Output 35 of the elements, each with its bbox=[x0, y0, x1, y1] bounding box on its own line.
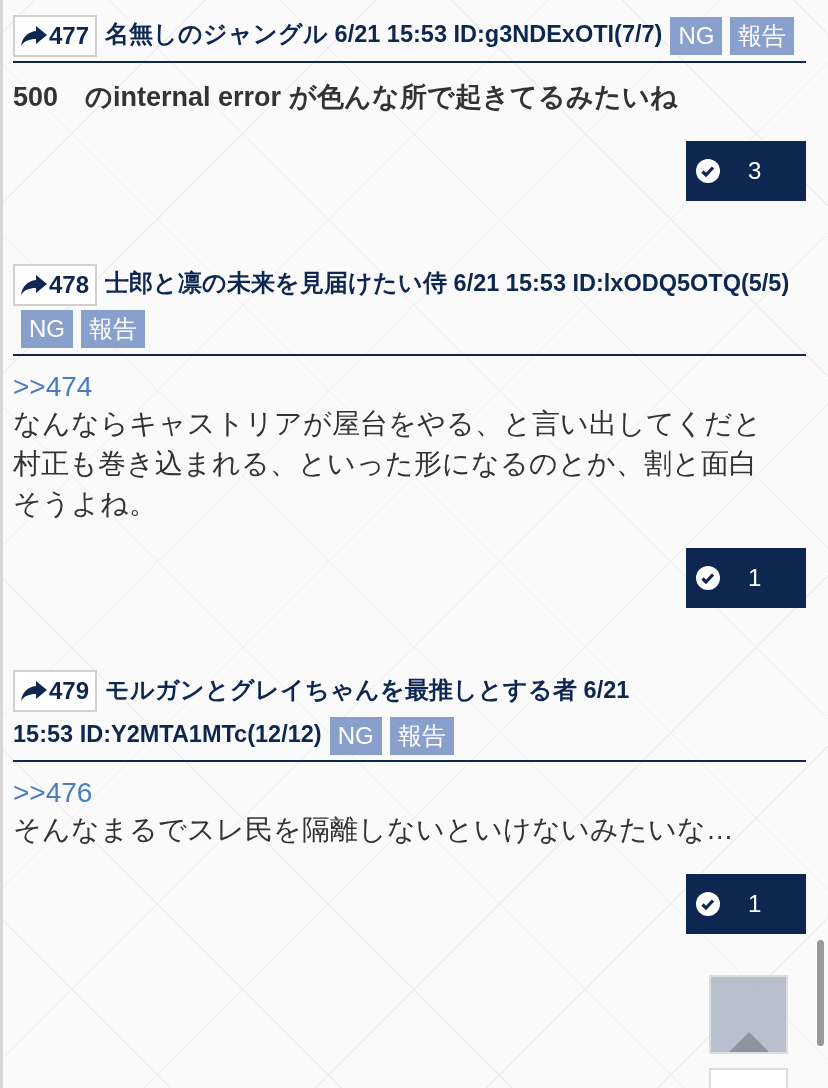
scrollbar[interactable] bbox=[817, 940, 824, 1046]
post-number-button[interactable]: 478 bbox=[13, 263, 98, 306]
scroll-top-button[interactable] bbox=[709, 975, 788, 1054]
post-number: 479 bbox=[49, 676, 90, 707]
post-number-button[interactable]: 477 bbox=[13, 14, 98, 57]
like-button[interactable]: 1 bbox=[686, 547, 806, 608]
poster-name-date: 名無しのジャングル 6/21 bbox=[105, 21, 381, 47]
report-button[interactable]: 報告 bbox=[389, 717, 454, 756]
poster-name-date: モルガンとグレイちゃんを最推しとする者 6/21 bbox=[105, 676, 630, 703]
like-button[interactable]: 1 bbox=[686, 874, 806, 935]
check-circle-icon bbox=[696, 158, 720, 183]
check-circle-icon bbox=[696, 565, 720, 590]
post-body: なんならキャストリアが屋台をやる、と言い出してくだと村正も巻き込まれる、といった形になるのとか、割と面白そうよね。 bbox=[13, 406, 763, 521]
post-body: そんなまるでスレ民を隔離しないといけないみたいな… bbox=[13, 813, 735, 848]
post-body: 500 のinternal error が色んな所で起きてるみたいね bbox=[13, 80, 679, 114]
reply-link[interactable]: >>474 bbox=[13, 369, 806, 404]
post-time-id: 15:53 ID:Y2MTA1MTc(12/12) bbox=[13, 721, 322, 748]
ng-button[interactable]: NG bbox=[21, 310, 73, 349]
share-arrow-icon bbox=[21, 25, 47, 46]
ng-button[interactable]: NG bbox=[670, 16, 723, 55]
post-time-id: 15:53 ID:lxODQ5OTQ(5/5) bbox=[505, 269, 790, 296]
report-button[interactable]: 報告 bbox=[81, 310, 145, 349]
triangle-up-icon bbox=[728, 1030, 769, 1052]
like-button[interactable]: 3 bbox=[686, 140, 806, 201]
check-circle-icon bbox=[696, 892, 720, 917]
post-number: 477 bbox=[49, 20, 90, 51]
post-number: 478 bbox=[49, 269, 90, 300]
poster-name-date: 士郎と凛の未来を見届けたい侍 6/21 bbox=[105, 269, 500, 296]
report-button[interactable]: 報告 bbox=[730, 16, 795, 55]
ng-button[interactable]: NG bbox=[329, 717, 382, 756]
post-time-id: 15:53 ID:g3NDExOTI(7/7) bbox=[386, 21, 663, 47]
share-arrow-icon bbox=[21, 681, 47, 702]
share-arrow-icon bbox=[21, 274, 47, 295]
reply-link[interactable]: >>476 bbox=[13, 776, 806, 811]
post-number-button[interactable]: 479 bbox=[13, 670, 98, 713]
